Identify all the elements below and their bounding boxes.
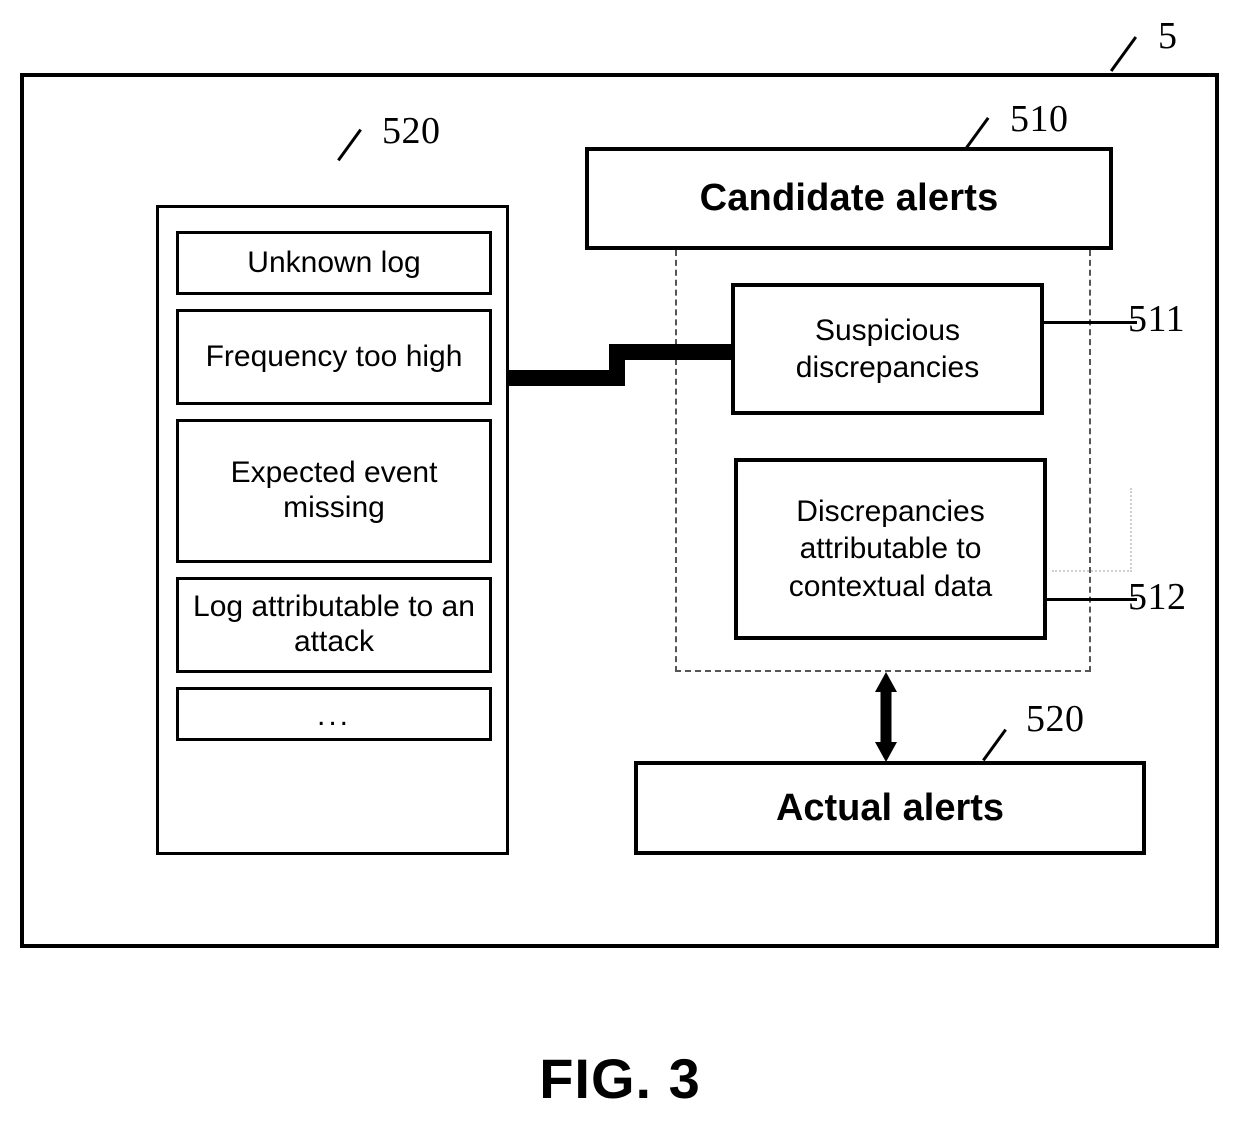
alert-criteria-list: Unknown log Frequency too high Expected … [176,231,492,755]
actual-alerts-title: Actual alerts [775,786,1005,829]
ref-label-candidate-alerts: 510 [1010,98,1069,140]
list-item[interactable]: Log attributable to an attack [176,577,492,673]
list-item[interactable]: Frequency too high [176,309,492,405]
contextual-discrepancies-box[interactable]: Discrepancies attributable to contextual… [734,458,1047,640]
bidirectional-arrow-icon [875,672,897,762]
alert-criteria-panel: Unknown log Frequency too high Expected … [156,205,509,855]
ref-label-frame: 5 [1158,15,1178,57]
leader-line-ref-512 [1047,598,1137,601]
list-item[interactable]: Unknown log [176,231,492,295]
candidate-alerts-title: Candidate alerts [699,177,999,219]
criterion-label: Unknown log [247,245,421,279]
connector-segment-lower [509,370,623,386]
figure-caption: FIG. 3 [539,1047,701,1110]
criterion-label-ellipsis: ... [316,698,351,732]
actual-alerts-box[interactable]: Actual alerts [634,761,1146,855]
criterion-label: Frequency too high [205,339,463,373]
criterion-label: Log attributable to an attack [193,590,475,658]
ref-label-actual-alerts: 520 [1026,698,1085,740]
list-item[interactable]: ... [176,687,492,741]
contextual-discrepancies-label: Discrepancies attributable to contextual… [788,495,993,603]
connector-segment-upper [609,344,735,360]
scan-artifact-right [1052,488,1132,572]
suspicious-discrepancies-label: Suspicious discrepancies [795,313,980,384]
patent-figure: 5 520 Unknown log Frequency too high Exp… [0,0,1240,1133]
leader-line-frame-ref [1109,36,1138,72]
ref-label-left-panel: 520 [382,110,441,152]
ref-label-suspicious-discrepancies: 511 [1128,298,1186,340]
leader-line-ref-511 [1044,321,1137,324]
criterion-label: Expected event missing [230,456,438,524]
candidate-alerts-box[interactable]: Candidate alerts [585,147,1113,250]
suspicious-discrepancies-box[interactable]: Suspicious discrepancies [731,283,1044,415]
list-item[interactable]: Expected event missing [176,419,492,563]
ref-label-contextual-discrepancies: 512 [1128,576,1187,618]
